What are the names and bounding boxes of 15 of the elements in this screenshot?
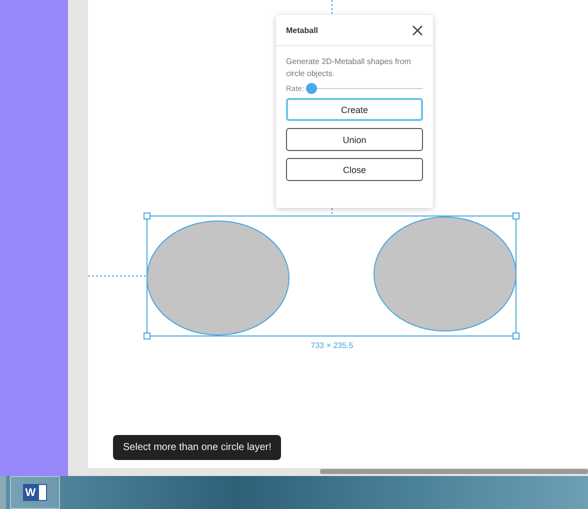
dimensions-label: 733 × 235.5 (310, 341, 354, 350)
circle-shape[interactable] (146, 220, 290, 336)
taskbar-edge (0, 476, 6, 509)
dialog-description: Generate 2D-Metaball shapes from circle objects. (286, 56, 412, 80)
close-icon[interactable] (412, 24, 423, 36)
circle-shape[interactable] (374, 216, 516, 332)
scrollbar-thumb[interactable] (320, 469, 588, 474)
taskbar-app-button[interactable]: W (10, 476, 60, 509)
selection-box[interactable] (144, 212, 520, 340)
slider-thumb[interactable] (306, 83, 318, 94)
dialog-button[interactable]: Union (286, 128, 423, 151)
dialog-title: Metaball (286, 26, 318, 34)
dialog-button[interactable]: Close (286, 158, 423, 181)
dialog-button[interactable]: Create (286, 98, 423, 121)
toast-message: Select more than one circle layer! (113, 435, 282, 460)
